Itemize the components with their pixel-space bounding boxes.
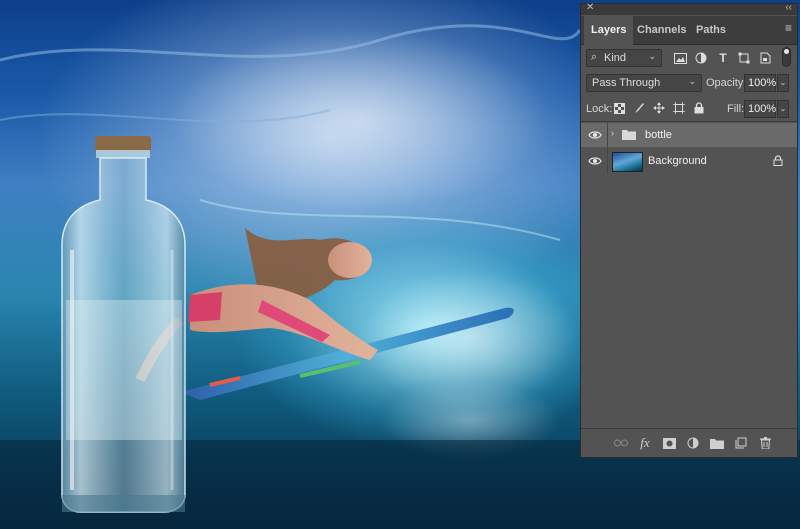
search-icon: ⌕ <box>591 51 598 63</box>
link-layers-icon[interactable] <box>613 435 629 451</box>
lock-all-icon[interactable] <box>691 100 707 116</box>
eye-icon[interactable] <box>588 128 602 142</box>
lock-transparent-pixels-icon[interactable] <box>611 100 627 116</box>
filter-adjustment-icon[interactable] <box>693 50 709 66</box>
panel-divider <box>581 121 797 122</box>
new-group-icon[interactable] <box>709 435 725 451</box>
fill-label: Fill: <box>727 103 745 115</box>
tab-paths[interactable]: Paths <box>689 16 733 44</box>
layer-mask-icon[interactable] <box>661 435 677 451</box>
collapse-icon[interactable]: ‹‹ <box>785 2 792 13</box>
panel-footer: fx <box>581 428 797 457</box>
lock-icon[interactable] <box>773 155 783 166</box>
layers-panel: ✕ ‹‹ Layers Channels Paths ≡ ⌕ Kind ⌄ T <box>580 2 798 458</box>
layer-row-background[interactable]: Background <box>581 148 797 174</box>
lock-position-icon[interactable] <box>651 100 667 116</box>
opacity-label: Opacity: <box>706 77 747 89</box>
filter-row: ⌕ Kind ⌄ T <box>581 47 797 71</box>
chevron-down-icon: ⌄ <box>688 76 696 86</box>
filter-kind-label: Kind <box>604 52 627 64</box>
filter-toggle-switch[interactable] <box>782 47 791 67</box>
visibility-separator <box>607 148 608 174</box>
blend-mode-select[interactable]: Pass Through ⌄ <box>586 74 702 92</box>
close-icon[interactable]: ✕ <box>586 2 594 13</box>
blend-mode-value: Pass Through <box>592 77 661 89</box>
chevron-down-icon: ⌄ <box>648 51 656 61</box>
lock-artboard-icon[interactable] <box>671 100 687 116</box>
lock-row: Lock: Fill: 100% ⌄ <box>581 100 797 120</box>
folder-icon <box>622 129 636 140</box>
panel-tabs: Layers Channels Paths ≡ <box>581 16 797 45</box>
tab-channels[interactable]: Channels <box>630 16 694 44</box>
blend-row: Pass Through ⌄ Opacity: 100% ⌄ <box>581 74 797 96</box>
filter-smart-object-icon[interactable] <box>757 50 773 66</box>
filter-pixel-icon[interactable] <box>672 50 688 66</box>
fill-input[interactable]: 100% <box>744 100 776 118</box>
adjustment-layer-icon[interactable] <box>685 435 701 451</box>
filter-type-icon[interactable]: T <box>715 50 731 66</box>
trash-icon[interactable] <box>757 435 773 451</box>
layer-row-bottle[interactable]: › bottle <box>581 123 797 147</box>
lock-image-pixels-icon[interactable] <box>631 100 647 116</box>
filter-shape-icon[interactable] <box>736 50 752 66</box>
panel-title-bar[interactable]: ✕ ‹‹ <box>581 2 797 15</box>
eye-icon[interactable] <box>588 154 602 168</box>
tab-layers[interactable]: Layers <box>584 16 634 45</box>
fx-icon[interactable]: fx <box>637 435 653 451</box>
fill-slider-toggle[interactable]: ⌄ <box>777 100 789 118</box>
layer-thumbnail[interactable] <box>612 152 643 172</box>
new-layer-icon[interactable] <box>733 435 749 451</box>
chevron-right-icon[interactable]: › <box>611 128 614 138</box>
opacity-slider-toggle[interactable]: ⌄ <box>777 74 789 92</box>
layer-name[interactable]: Background <box>648 155 707 167</box>
lock-label: Lock: <box>586 103 613 115</box>
filter-kind-select[interactable]: ⌕ Kind ⌄ <box>586 49 662 67</box>
visibility-separator <box>607 123 608 147</box>
layer-name[interactable]: bottle <box>645 129 672 141</box>
opacity-input[interactable]: 100% <box>744 74 776 92</box>
panel-menu-icon[interactable]: ≡ <box>785 21 792 35</box>
